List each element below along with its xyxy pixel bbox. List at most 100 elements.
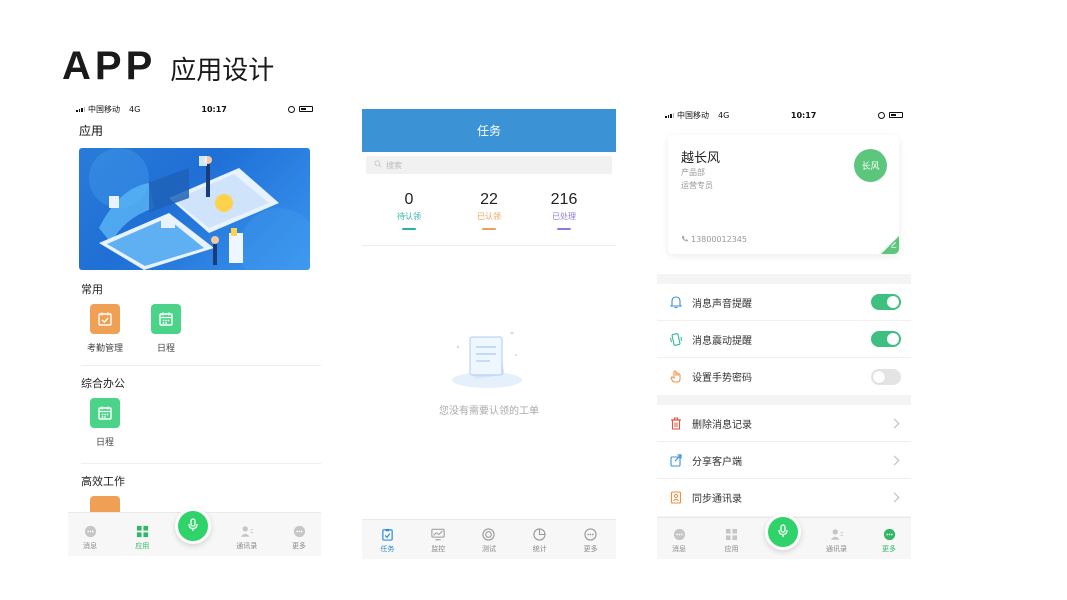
tab-test[interactable]: 测试 xyxy=(467,527,511,554)
tab-label: 通讯录 xyxy=(236,542,258,550)
status-bar: 中国移动 4G 10:17 xyxy=(657,104,911,126)
voice-button[interactable] xyxy=(175,508,211,544)
carrier: 中国移动 xyxy=(677,110,709,120)
search-icon xyxy=(374,160,382,170)
tab-more[interactable]: 更多 xyxy=(569,527,613,554)
signal-icon xyxy=(76,106,85,112)
tab-label: 任务 xyxy=(380,545,395,553)
grid-icon xyxy=(725,527,739,541)
hand-gesture-icon xyxy=(669,370,683,384)
edit-icon xyxy=(890,233,897,252)
stat-processed[interactable]: 216 已处理 xyxy=(529,191,599,230)
tab-stats[interactable]: 统计 xyxy=(518,527,562,554)
vibrate-icon xyxy=(669,332,683,346)
clock: 10:17 xyxy=(201,104,227,114)
tab-label: 统计 xyxy=(532,545,547,553)
profile-card[interactable]: 越长风 产品部 运营专员 13800012345 长风 xyxy=(668,135,899,254)
stat-unclaimed[interactable]: 0 待认领 xyxy=(374,191,444,230)
divider xyxy=(81,365,321,366)
stat-indicator xyxy=(482,228,496,230)
phone-icon xyxy=(681,235,688,244)
stat-indicator xyxy=(402,228,416,230)
grid-icon xyxy=(135,524,149,538)
notification-settings: 消息声音提醒 消息震动提醒 设置手势密码 xyxy=(657,284,911,395)
tab-more[interactable]: 更多 xyxy=(867,527,911,554)
app-schedule[interactable]: 日程 xyxy=(136,304,196,354)
action-share-client[interactable]: 分享客户端 xyxy=(657,442,911,479)
message-icon xyxy=(672,527,686,541)
profile-name: 越长风 xyxy=(681,151,721,166)
network: 4G xyxy=(718,110,730,120)
tab-messages[interactable]: 消息 xyxy=(657,527,701,554)
tab-label: 更多 xyxy=(292,542,306,550)
stat-claimed[interactable]: 22 已认领 xyxy=(454,191,524,230)
stat-label: 已处理 xyxy=(552,212,576,221)
chevron-right-icon xyxy=(889,455,900,465)
profile-department: 产品部 xyxy=(681,168,705,177)
tab-label: 测试 xyxy=(481,545,496,553)
tab-apps[interactable]: 应用 xyxy=(710,527,754,554)
action-label: 删除消息记录 xyxy=(692,419,752,431)
tab-bar: 任务 监控 测试 统计 更多 xyxy=(362,519,616,559)
clock: 10:17 xyxy=(790,110,817,120)
banner-illustration[interactable] xyxy=(79,148,310,270)
phone-tasks: 任务 搜索 0 待认领 22 已认领 216 已处理 您没有需要认领的工单 任务… xyxy=(362,109,616,559)
gesture-toggle[interactable] xyxy=(871,368,901,385)
chevron-right-icon xyxy=(889,492,900,503)
tab-contacts[interactable]: 通讯录 xyxy=(815,527,859,554)
tab-contacts[interactable]: 通讯录 xyxy=(225,524,269,551)
attendance-icon xyxy=(90,304,120,334)
tab-apps[interactable]: 应用 xyxy=(120,524,164,551)
stat-value: 0 xyxy=(404,191,414,208)
trash-icon xyxy=(669,416,683,430)
sound-toggle[interactable] xyxy=(871,294,901,310)
tab-more[interactable]: 更多 xyxy=(277,524,321,551)
app-label: 日程 xyxy=(156,344,175,354)
tab-label: 消息 xyxy=(83,542,97,550)
app-label: 考勤管理 xyxy=(86,344,123,354)
pie-chart-icon xyxy=(533,527,547,541)
stat-label: 待认领 xyxy=(397,212,421,221)
tab-monitor[interactable]: 监控 xyxy=(416,527,460,554)
clipboard-icon xyxy=(380,527,394,541)
action-sync-contacts[interactable]: 同步通讯录 xyxy=(657,479,911,516)
mic-icon xyxy=(777,523,789,542)
profile-phone: 13800012345 xyxy=(681,235,747,244)
slide-title: APP 应用设计 xyxy=(62,44,274,89)
action-delete-messages[interactable]: 删除消息记录 xyxy=(657,405,911,442)
tab-tasks[interactable]: 任务 xyxy=(365,527,409,554)
action-label: 同步通讯录 xyxy=(692,494,742,505)
action-label: 分享客户端 xyxy=(692,456,742,468)
carrier: 中国移动 xyxy=(88,104,120,114)
calendar-icon xyxy=(90,398,120,428)
section-title-office: 综合办公 xyxy=(81,377,125,390)
setting-label: 设置手势密码 xyxy=(692,373,752,384)
chevron-right-icon xyxy=(889,418,900,428)
setting-sound: 消息声音提醒 xyxy=(657,284,911,321)
test-icon xyxy=(482,527,496,541)
page-title: 应用 xyxy=(79,124,104,138)
tab-label: 消息 xyxy=(672,545,686,553)
avatar[interactable]: 长风 xyxy=(854,149,887,182)
header-bar: 任务 xyxy=(362,109,616,152)
voice-button[interactable] xyxy=(765,514,801,550)
setting-gesture: 设置手势密码 xyxy=(657,358,911,395)
alarm-icon xyxy=(287,105,295,113)
vibrate-toggle[interactable] xyxy=(871,331,901,347)
signal-icon xyxy=(665,112,674,118)
divider xyxy=(362,245,616,246)
tab-label: 更多 xyxy=(583,545,598,553)
tab-messages[interactable]: 消息 xyxy=(68,524,112,551)
stat-label: 已认领 xyxy=(477,212,501,221)
app-schedule-office[interactable]: 日程 xyxy=(75,398,135,448)
message-icon xyxy=(83,524,97,538)
app-attendance[interactable]: 考勤管理 xyxy=(75,304,135,354)
tab-label: 监控 xyxy=(431,545,446,553)
search-input[interactable]: 搜索 xyxy=(366,156,612,174)
phone-apps: 中国移动 4G 10:17 应用 常用 考勤管理 日程 综合办公 日程 高效工作… xyxy=(68,98,321,556)
slide-title-cn: 应用设计 xyxy=(170,56,275,86)
alarm-icon xyxy=(877,111,885,119)
section-title-common: 常用 xyxy=(81,283,103,296)
section-title-efficient: 高效工作 xyxy=(81,475,125,488)
more-icon xyxy=(584,527,598,541)
